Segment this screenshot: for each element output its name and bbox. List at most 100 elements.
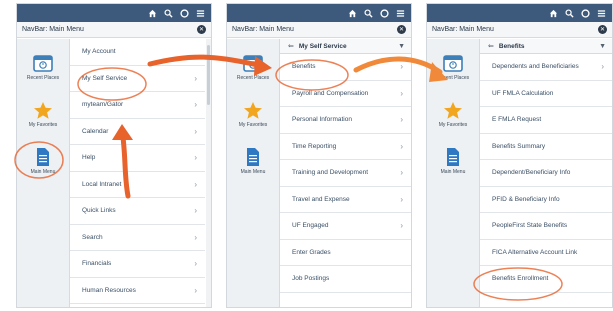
menu-item-pfid-beneficiary-info[interactable]: PFID & Beneficiary Info bbox=[480, 186, 612, 213]
home-icon[interactable] bbox=[549, 9, 558, 18]
chevron-right-icon: › bbox=[400, 62, 403, 72]
sidebar-item-my-favorites[interactable]: My Favorites bbox=[227, 101, 279, 128]
top-bar bbox=[427, 4, 612, 22]
menu-item-calendar[interactable]: Calendar › bbox=[70, 118, 205, 145]
scrollbar-thumb[interactable] bbox=[207, 45, 210, 105]
back-arrow-icon[interactable]: ⇐ bbox=[288, 42, 294, 50]
menu-item-label: Benefits Summary bbox=[492, 142, 546, 150]
notification-icon[interactable] bbox=[581, 8, 590, 18]
panel-main-menu: NavBar: Main Menu ✕ Recent Places My Fav… bbox=[16, 3, 212, 308]
chevron-right-icon: › bbox=[400, 221, 403, 231]
navbar-title: NavBar: Main Menu bbox=[22, 26, 84, 33]
sidebar-item-main-menu[interactable]: Main Menu bbox=[17, 147, 69, 175]
navbar-sidebar: Recent Places My Favorites Main Menu bbox=[17, 39, 70, 307]
menu-item-job-postings[interactable]: Job Postings bbox=[280, 266, 411, 293]
menu-item-label: PeopleFirst State Benefits bbox=[492, 222, 568, 230]
menu-item-enter-grades[interactable]: Enter Grades bbox=[280, 239, 411, 266]
sidebar-item-main-menu[interactable]: Main Menu bbox=[227, 147, 279, 175]
panel-my-self-service: NavBar: Main Menu ✕ Recent Places My Fav… bbox=[226, 3, 412, 308]
menu-item-quick-links[interactable]: Quick Links › bbox=[70, 198, 205, 225]
menu-item-dependent-beneficiary-info[interactable]: Dependent/Beneficiary Info bbox=[480, 160, 612, 187]
menu-item-time-reporting[interactable]: Time Reporting › bbox=[280, 133, 411, 160]
menu-item-benefits-summary[interactable]: Benefits Summary bbox=[480, 133, 612, 160]
star-icon bbox=[444, 102, 462, 119]
back-arrow-icon[interactable]: ⇐ bbox=[488, 42, 494, 50]
breadcrumb: ⇐ My Self Service ▼ bbox=[280, 39, 411, 54]
menu-item-label: Personal Information bbox=[292, 116, 352, 124]
home-icon[interactable] bbox=[148, 9, 157, 18]
menu-item-e-fmla-request[interactable]: E FMLA Request bbox=[480, 107, 612, 134]
menu-item-label: Quick Links bbox=[82, 207, 116, 215]
chevron-right-icon: › bbox=[194, 73, 197, 83]
menu-item-travel-expense[interactable]: Travel and Expense › bbox=[280, 186, 411, 213]
menu-item-label: Financials bbox=[82, 260, 112, 268]
menu-icon[interactable] bbox=[597, 9, 606, 18]
navbar-sidebar: Recent Places My Favorites Main Menu bbox=[427, 39, 480, 307]
calendar-icon bbox=[33, 55, 53, 72]
menu-item-dependents[interactable]: Dependents and Beneficiaries › bbox=[480, 54, 612, 81]
menu-list: ⇐ My Self Service ▼ Benefits › Payroll an… bbox=[280, 39, 411, 307]
menu-item-myteam-gator[interactable]: myteam/Gator › bbox=[70, 92, 205, 119]
menu-item-uf-engaged[interactable]: UF Engaged › bbox=[280, 213, 411, 240]
menu-item-search[interactable]: Search › bbox=[70, 224, 205, 251]
chevron-right-icon: › bbox=[194, 232, 197, 242]
document-icon bbox=[247, 148, 259, 166]
document-icon bbox=[37, 148, 49, 166]
sidebar-item-recent-places[interactable]: Recent Places bbox=[227, 53, 279, 81]
chevron-right-icon: › bbox=[194, 179, 197, 189]
chevron-right-icon: › bbox=[400, 141, 403, 151]
menu-item-fica-alternative[interactable]: FICA Alternative Account Link bbox=[480, 239, 612, 266]
close-icon[interactable]: ✕ bbox=[397, 25, 406, 34]
menu-item-local-intranet[interactable]: Local Intranet › bbox=[70, 171, 205, 198]
menu-item-label: Job Postings bbox=[292, 275, 330, 283]
pin-icon[interactable]: ▼ bbox=[398, 43, 405, 50]
menu-item-label: Search bbox=[82, 233, 103, 241]
home-icon[interactable] bbox=[348, 9, 357, 18]
menu-item-label: Benefits bbox=[292, 63, 316, 71]
search-icon[interactable] bbox=[164, 8, 173, 18]
chevron-right-icon: › bbox=[194, 259, 197, 269]
menu-item-my-self-service[interactable]: My Self Service › bbox=[70, 65, 205, 92]
notification-icon[interactable] bbox=[180, 8, 189, 18]
menu-item-peoplefirst[interactable]: PeopleFirst State Benefits bbox=[480, 213, 612, 240]
sidebar-item-main-menu[interactable]: Main Menu bbox=[427, 147, 479, 175]
menu-item-label: My Self Service bbox=[82, 74, 128, 82]
calendar-icon bbox=[243, 55, 263, 72]
menu-item-label: Dependents and Beneficiaries bbox=[492, 63, 579, 71]
menu-item-label: Dependent/Beneficiary Info bbox=[492, 169, 571, 177]
sidebar-item-label: Main Menu bbox=[440, 169, 466, 175]
chevron-right-icon: › bbox=[400, 88, 403, 98]
pin-icon[interactable]: ▼ bbox=[599, 43, 606, 50]
calendar-icon bbox=[443, 55, 463, 72]
menu-item-my-account[interactable]: My Account bbox=[70, 39, 205, 66]
notification-icon[interactable] bbox=[380, 8, 389, 18]
navbar-sidebar: Recent Places My Favorites Main Menu bbox=[227, 39, 280, 307]
menu-item-label: Local Intranet bbox=[82, 180, 122, 188]
sidebar-item-my-favorites[interactable]: My Favorites bbox=[427, 101, 479, 128]
menu-item-label: Travel and Expense bbox=[292, 195, 350, 203]
menu-item-human-resources[interactable]: Human Resources › bbox=[70, 277, 205, 304]
sidebar-item-recent-places[interactable]: Recent Places bbox=[427, 53, 479, 81]
menu-item-help[interactable]: Help › bbox=[70, 145, 205, 172]
menu-item-label: Payroll and Compensation bbox=[292, 89, 369, 97]
menu-item-training[interactable]: Training and Development › bbox=[280, 160, 411, 187]
chevron-right-icon: › bbox=[194, 206, 197, 216]
menu-icon[interactable] bbox=[196, 9, 205, 18]
menu-item-label: PFID & Beneficiary Info bbox=[492, 195, 560, 203]
menu-item-benefits[interactable]: Benefits › bbox=[280, 54, 411, 81]
menu-item-personal-information[interactable]: Personal Information › bbox=[280, 107, 411, 134]
search-icon[interactable] bbox=[565, 8, 574, 18]
menu-icon[interactable] bbox=[396, 9, 405, 18]
sidebar-item-my-favorites[interactable]: My Favorites bbox=[17, 101, 69, 128]
menu-item-benefits-enrollment[interactable]: Benefits Enrollment bbox=[480, 266, 612, 293]
menu-item-financials[interactable]: Financials › bbox=[70, 251, 205, 278]
close-icon[interactable]: ✕ bbox=[598, 25, 607, 34]
search-icon[interactable] bbox=[364, 8, 373, 18]
close-icon[interactable]: ✕ bbox=[197, 25, 206, 34]
chevron-right-icon: › bbox=[400, 115, 403, 125]
scrollbar[interactable] bbox=[206, 39, 211, 307]
navbar-title: NavBar: Main Menu bbox=[432, 26, 494, 33]
sidebar-item-recent-places[interactable]: Recent Places bbox=[17, 53, 69, 81]
menu-item-payroll[interactable]: Payroll and Compensation › bbox=[280, 80, 411, 107]
menu-item-uf-fmla-calc[interactable]: UF FMLA Calculation bbox=[480, 80, 612, 107]
